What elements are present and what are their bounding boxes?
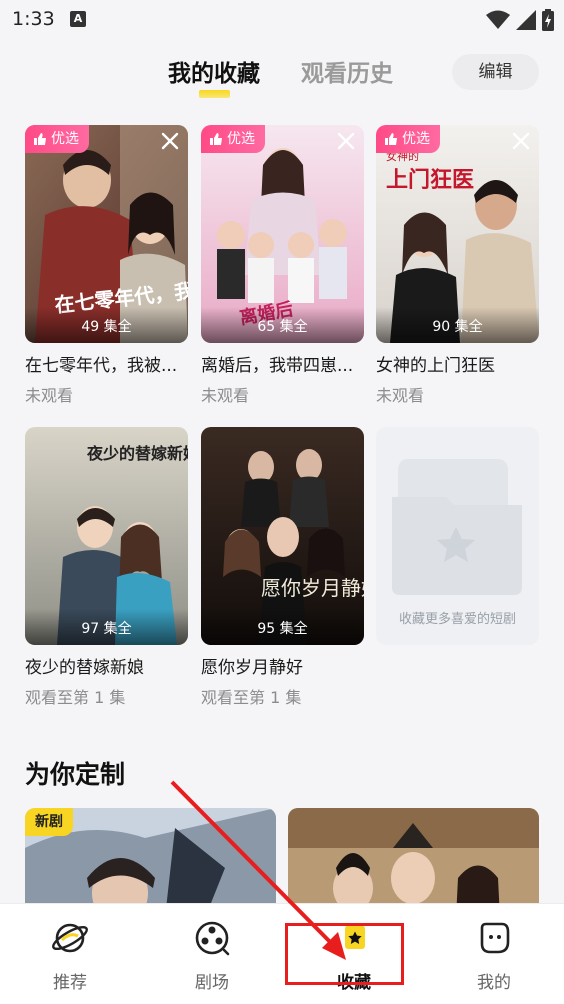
watch-progress: 未观看 (201, 386, 250, 405)
poster-image[interactable]: 女神的 上门狂医 优选 90 集全 (376, 125, 539, 343)
drama-title[interactable]: 女神的上门狂医 (376, 351, 539, 376)
featured-badge-label: 优选 (402, 131, 430, 147)
nav-item-recommend[interactable]: 推荐 (20, 904, 120, 1004)
favorite-card[interactable]: 女神的 上门狂医 优选 90 集全 女神的上门狂医 未观看 (376, 125, 539, 406)
watch-progress: 观看至第 1 集 (25, 688, 126, 707)
favorite-card[interactable]: 愿你岁月静好 95 集全 愿你岁月静好 观看至第 1 集 (201, 427, 364, 708)
close-icon[interactable] (511, 131, 531, 151)
watch-progress: 未观看 (376, 386, 425, 405)
system-icons (486, 9, 554, 31)
annotation-highlight-box (285, 923, 404, 985)
new-drama-badge: 新剧 (25, 808, 73, 836)
episode-count: 95 集全 (201, 609, 364, 645)
nav-label: 剧场 (195, 973, 229, 993)
empty-favorite-placeholder[interactable]: 收藏更多喜爱的短剧 (376, 427, 539, 645)
bottom-nav: 推荐 剧场 收藏 我的 (0, 903, 564, 1004)
poster-title-text: 上门狂医 (386, 167, 474, 193)
tab-active-indicator (199, 90, 230, 98)
featured-badge-label: 优选 (51, 131, 79, 147)
section-title-recommend: 为你定制 (25, 760, 126, 789)
tab-favorites[interactable]: 我的收藏 (168, 54, 260, 88)
poster-title-text: 夜少的替嫁新娘 (86, 444, 188, 463)
nav-item-profile[interactable]: 我的 (444, 904, 544, 1004)
empty-folder-icon (392, 459, 522, 595)
episode-count: 49 集全 (25, 307, 188, 343)
signal-icon (516, 10, 536, 30)
wifi-icon (486, 10, 510, 29)
favorite-card[interactable]: 离婚后 优选 65 集全 离婚后，我带四崽... 未观看 (201, 125, 364, 406)
close-icon[interactable] (160, 131, 180, 151)
close-icon[interactable] (336, 131, 356, 151)
featured-badge: 优选 (201, 125, 265, 153)
favorite-card[interactable]: 在七零年代，我被宠了 优选 49 集全 在七零年代，我被... 未观看 (25, 125, 188, 406)
app-screen: 1:33 A 我的收藏 观看历史 编辑 在七零年代，我被宠了 优选 49 集全 … (0, 0, 564, 1004)
favorite-card[interactable]: 夜少的替嫁新娘 97 集全 夜少的替嫁新娘 观看至第 1 集 (25, 427, 188, 708)
recommend-card[interactable]: 新剧 (25, 808, 276, 918)
poster-title-text: 愿你岁月静好 (261, 576, 364, 600)
empty-hint-text: 收藏更多喜爱的短剧 (398, 612, 516, 627)
featured-badge: 优选 (376, 125, 440, 153)
drama-title[interactable]: 愿你岁月静好 (201, 653, 364, 678)
thumbs-up-icon (385, 133, 397, 145)
episode-count: 65 集全 (201, 307, 364, 343)
film-reel-icon (195, 921, 230, 956)
poster-image[interactable]: 夜少的替嫁新娘 97 集全 (25, 427, 188, 645)
featured-badge: 优选 (25, 125, 89, 153)
poster-image[interactable]: 离婚后 优选 65 集全 (201, 125, 364, 343)
edit-button[interactable]: 编辑 (452, 54, 539, 90)
drama-title[interactable]: 离婚后，我带四崽... (201, 351, 364, 376)
planet-icon (52, 923, 88, 953)
battery-icon (542, 9, 554, 31)
sim-indicator-icon: A (70, 11, 86, 27)
tab-history[interactable]: 观看历史 (301, 54, 393, 88)
thumbs-up-icon (210, 133, 222, 145)
drama-title[interactable]: 在七零年代，我被... (25, 351, 188, 376)
status-bar: 1:33 A (0, 0, 564, 38)
recommend-card[interactable] (288, 808, 539, 918)
nav-label: 我的 (477, 973, 511, 993)
watch-progress: 未观看 (25, 386, 74, 405)
drama-title[interactable]: 夜少的替嫁新娘 (25, 653, 188, 678)
status-time: 1:33 (12, 8, 55, 30)
nav-item-theater[interactable]: 剧场 (162, 904, 262, 1004)
featured-badge-label: 优选 (227, 131, 255, 147)
recommend-poster (288, 808, 539, 918)
episode-count: 97 集全 (25, 609, 188, 645)
thumbs-up-icon (34, 133, 46, 145)
episode-count: 90 集全 (376, 307, 539, 343)
nav-label: 推荐 (53, 973, 87, 993)
poster-image[interactable]: 愿你岁月静好 95 集全 (201, 427, 364, 645)
watch-progress: 观看至第 1 集 (201, 688, 302, 707)
face-icon (480, 922, 510, 954)
poster-image[interactable]: 在七零年代，我被宠了 优选 49 集全 (25, 125, 188, 343)
